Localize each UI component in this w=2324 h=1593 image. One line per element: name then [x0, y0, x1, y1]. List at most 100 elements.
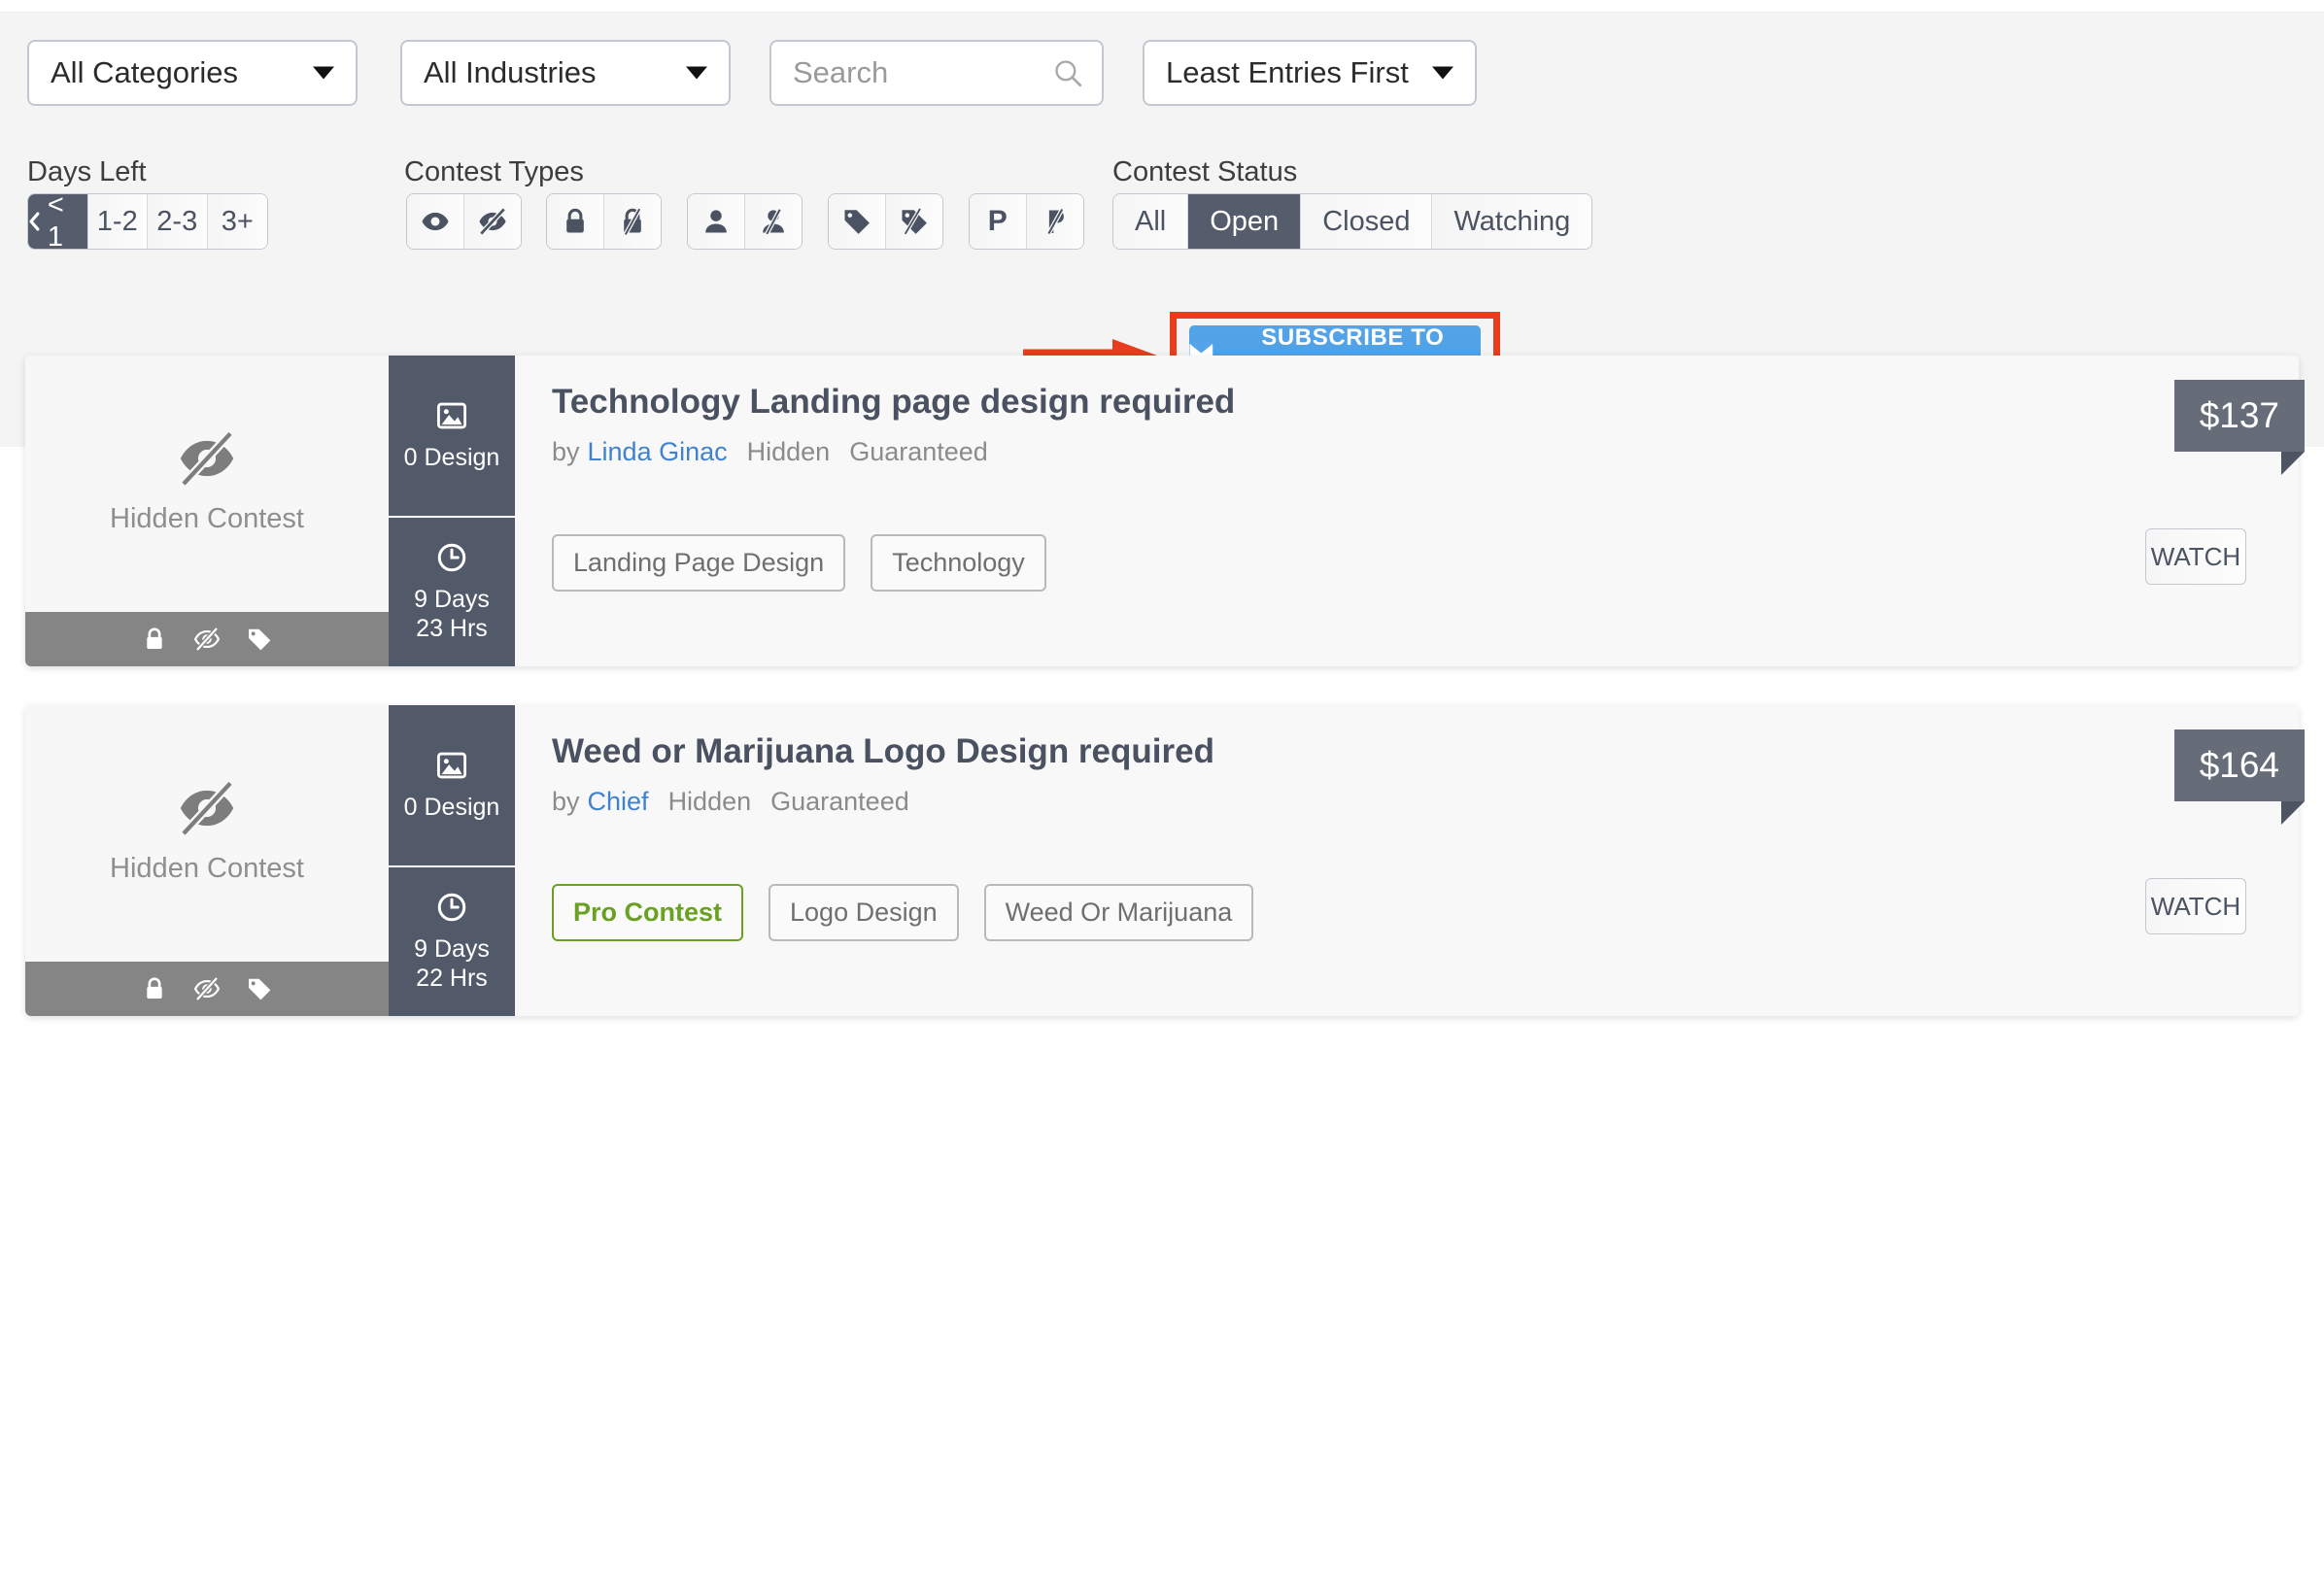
contest-badge-guaranteed: Guaranteed	[770, 787, 909, 816]
filter-tag-slash-button[interactable]	[885, 194, 942, 249]
eye-slash-icon	[180, 430, 234, 488]
search-icon[interactable]	[1051, 56, 1084, 89]
contest-tag[interactable]: Technology	[871, 534, 1046, 592]
eye-slash-icon	[193, 976, 221, 1001]
tag-icon	[844, 210, 870, 234]
eye-icon	[422, 212, 449, 231]
contest-type-pro-group: P	[969, 193, 1084, 250]
filter-pro-button[interactable]: P	[970, 194, 1027, 249]
filter-lock-slash-button[interactable]	[603, 194, 661, 249]
sort-select[interactable]: Least Entries First	[1143, 40, 1477, 106]
days-left-option-3plus[interactable]: 3+	[207, 194, 267, 249]
contest-price-badge: $137	[2173, 380, 2305, 452]
price-badge-fold	[2281, 801, 2305, 825]
lock-icon	[565, 208, 584, 233]
filter-row-middle: Days Left Contest Types Contest Status <…	[0, 156, 2324, 273]
contest-title[interactable]: Weed or Marijuana Logo Design required	[552, 732, 1214, 771]
entries-count-cell: 0 Design	[389, 356, 515, 516]
contest-badge-hidden: Hidden	[746, 437, 831, 466]
watch-button[interactable]: WATCH	[2145, 528, 2246, 585]
user-icon	[704, 210, 727, 233]
chevron-left-icon	[29, 212, 40, 231]
pro-p-icon: P	[987, 205, 1008, 237]
days-left-option-1-2[interactable]: 1-2	[87, 194, 148, 249]
filter-row-top: All Categories All Industries Least Entr…	[0, 40, 2324, 125]
industry-select[interactable]: All Industries	[400, 40, 731, 106]
contest-status-closed[interactable]: Closed	[1301, 194, 1433, 249]
contest-price-badge: $164	[2173, 729, 2305, 801]
filter-user-button[interactable]	[688, 194, 745, 249]
contest-byline: by Linda Ginac Hidden Guaranteed	[552, 437, 988, 467]
watch-button[interactable]: WATCH	[2145, 878, 2246, 934]
filter-eye-slash-button[interactable]	[463, 194, 521, 249]
contest-types-label: Contest Types	[404, 156, 584, 187]
contest-card[interactable]: Hidden Contest	[25, 356, 2305, 666]
contest-author-link[interactable]: Chief	[588, 787, 649, 817]
thumbnail-badge-bar	[25, 962, 389, 1016]
time-left-label: 9 Days 23 Hrs	[414, 586, 490, 642]
search-box[interactable]	[769, 40, 1104, 106]
contest-type-visibility-group	[406, 193, 522, 250]
filter-tag-button[interactable]	[829, 194, 886, 249]
filter-user-slash-button[interactable]	[744, 194, 802, 249]
contest-status-watching[interactable]: Watching	[1432, 194, 1592, 249]
contest-type-user-group	[687, 193, 803, 250]
contest-author-link[interactable]: Linda Ginac	[588, 437, 728, 467]
filter-lock-button[interactable]	[547, 194, 604, 249]
hidden-contest-placeholder: Hidden Contest	[25, 777, 389, 885]
contest-status-group: All Open Closed Watching	[1112, 193, 1593, 250]
hidden-contest-label: Hidden Contest	[110, 503, 304, 534]
contest-meta-column: 0 Design 9 Days 23 Hrs	[389, 356, 515, 666]
contest-card[interactable]: Hidden Contest	[25, 705, 2305, 1016]
pro-p-slash-icon	[1046, 208, 1064, 235]
contest-title[interactable]: Technology Landing page design required	[552, 383, 1235, 422]
category-select-value: All Categories	[51, 55, 238, 89]
eye-slash-icon	[180, 780, 234, 837]
search-input[interactable]	[793, 55, 1080, 90]
sort-select-value: Least Entries First	[1166, 55, 1409, 89]
contest-thumbnail[interactable]: Hidden Contest	[25, 356, 389, 666]
contest-tag[interactable]: Weed Or Marijuana	[983, 884, 1254, 941]
entries-count-label: 0 Design	[403, 793, 500, 821]
contest-badge-guaranteed: Guaranteed	[849, 437, 988, 466]
industry-select-value: All Industries	[424, 55, 597, 89]
contest-tag-pro[interactable]: Pro Contest	[552, 884, 744, 941]
contest-status-open[interactable]: Open	[1188, 194, 1302, 249]
image-icon	[436, 402, 467, 429]
time-left-cell: 9 Days 22 Hrs	[389, 867, 515, 1016]
contest-type-lock-group	[546, 193, 662, 250]
tag-slash-icon	[902, 207, 927, 235]
hidden-contest-label: Hidden Contest	[110, 853, 304, 884]
chevron-down-icon	[1432, 66, 1453, 80]
contest-status-label: Contest Status	[1112, 156, 1298, 187]
thumbnail-badge-bar	[25, 612, 389, 666]
entries-count-cell: 0 Design	[389, 705, 515, 865]
contest-body: Weed or Marijuana Logo Design required b…	[515, 705, 2299, 1016]
filter-eye-button[interactable]	[407, 194, 464, 249]
category-select[interactable]: All Categories	[27, 40, 358, 106]
contest-tags: Pro Contest Logo Design Weed Or Marijuan…	[552, 884, 1254, 941]
contest-badge-hidden: Hidden	[667, 787, 752, 816]
contest-thumbnail[interactable]: Hidden Contest	[25, 705, 389, 1016]
lock-slash-icon	[623, 208, 641, 236]
contest-tag[interactable]: Logo Design	[769, 884, 959, 941]
days-left-option-2-3[interactable]: 2-3	[148, 194, 208, 249]
days-left-label: Days Left	[27, 156, 147, 187]
days-left-option-lt1[interactable]: < 1	[28, 194, 88, 249]
eye-slash-icon	[193, 627, 221, 652]
lock-icon	[147, 627, 162, 650]
contest-tag[interactable]: Landing Page Design	[552, 534, 846, 592]
by-label: by	[552, 437, 580, 466]
clock-icon	[437, 893, 466, 922]
contest-status-all[interactable]: All	[1113, 194, 1189, 249]
image-icon	[436, 752, 467, 779]
chevron-down-icon	[313, 66, 334, 80]
eye-slash-icon	[479, 207, 506, 236]
days-left-option-lt1-label: < 1	[47, 193, 64, 250]
price-badge-fold	[2281, 452, 2305, 475]
chevron-down-icon	[686, 66, 707, 80]
by-label: by	[552, 787, 580, 816]
tag-icon	[249, 978, 271, 1000]
contest-meta-column: 0 Design 9 Days 22 Hrs	[389, 705, 515, 1016]
filter-pro-slash-button[interactable]	[1026, 194, 1083, 249]
